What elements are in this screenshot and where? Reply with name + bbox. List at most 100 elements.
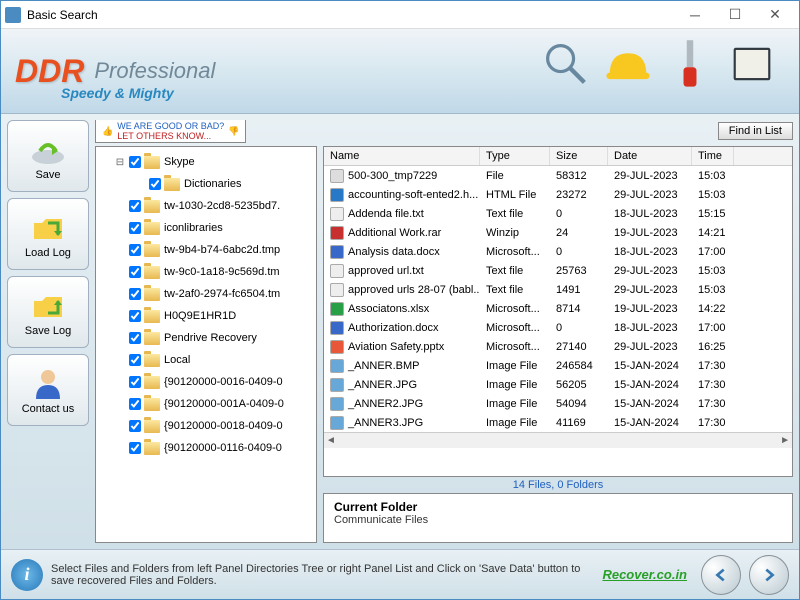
- file-size: 0: [550, 321, 608, 335]
- save-log-button[interactable]: Save Log: [7, 276, 89, 348]
- tree-item[interactable]: tw-9c0-1a18-9c569d.tm: [100, 261, 312, 283]
- tree-checkbox[interactable]: [129, 442, 141, 454]
- tree-checkbox[interactable]: [149, 178, 161, 190]
- tree-label: Pendrive Recovery: [164, 332, 257, 344]
- tree-checkbox[interactable]: [129, 332, 141, 344]
- expand-icon[interactable]: ⊟: [114, 157, 126, 168]
- tree-item[interactable]: tw-9b4-b74-6abc2d.tmp: [100, 239, 312, 261]
- column-header[interactable]: Time: [692, 147, 734, 165]
- column-header[interactable]: Size: [550, 147, 608, 165]
- maximize-button[interactable]: ☐: [715, 3, 755, 27]
- tree-label: iconlibraries: [164, 222, 223, 234]
- file-type: Winzip: [480, 226, 550, 240]
- tree-checkbox[interactable]: [129, 354, 141, 366]
- file-date: 18-JUL-2023: [608, 321, 692, 335]
- tree-label: Local: [164, 354, 190, 366]
- file-row[interactable]: _ANNER3.JPGImage File4116915-JAN-202417:…: [324, 413, 792, 432]
- file-name: Additional Work.rar: [348, 227, 441, 239]
- save-button[interactable]: Save: [7, 120, 89, 192]
- file-row[interactable]: Aviation Safety.pptxMicrosoft...2714029-…: [324, 337, 792, 356]
- tree-item[interactable]: H0Q9E1HR1D: [100, 305, 312, 327]
- tree-item[interactable]: {90120000-0018-0409-0: [100, 415, 312, 437]
- tree-label: tw-9c0-1a18-9c569d.tm: [164, 266, 280, 278]
- file-row[interactable]: approved urls 28-07 (babl...Text file149…: [324, 280, 792, 299]
- tree-panel[interactable]: ⊟Skype Dictionaries tw-1030-2cd8-5235bd7. i…: [95, 146, 317, 543]
- file-date: 15-JAN-2024: [608, 416, 692, 430]
- file-row[interactable]: approved url.txtText file2576329-JUL-202…: [324, 261, 792, 280]
- file-row[interactable]: 500-300_tmp7229File5831229-JUL-202315:03: [324, 166, 792, 185]
- tree-checkbox[interactable]: [129, 376, 141, 388]
- file-row[interactable]: Associatons.xlsxMicrosoft...871419-JUL-2…: [324, 299, 792, 318]
- tree-checkbox[interactable]: [129, 288, 141, 300]
- feedback-box[interactable]: 👍 WE ARE GOOD OR BAD? LET OTHERS KNOW...…: [95, 120, 246, 143]
- file-date: 29-JUL-2023: [608, 264, 692, 278]
- file-type: Text file: [480, 264, 550, 278]
- file-icon: [330, 245, 344, 259]
- load-log-button[interactable]: Load Log: [7, 198, 89, 270]
- file-row[interactable]: Analysis data.docxMicrosoft...018-JUL-20…: [324, 242, 792, 261]
- file-size: 246584: [550, 359, 608, 373]
- recover-link[interactable]: Recover.co.in: [602, 567, 687, 582]
- tree-checkbox[interactable]: [129, 156, 141, 168]
- file-time: 15:15: [692, 207, 734, 221]
- file-type: Image File: [480, 359, 550, 373]
- prev-button[interactable]: [701, 555, 741, 595]
- tree-item[interactable]: {90120000-0116-0409-0: [100, 437, 312, 459]
- file-row[interactable]: _ANNER.JPGImage File5620515-JAN-202417:3…: [324, 375, 792, 394]
- tree-item[interactable]: iconlibraries: [100, 217, 312, 239]
- folder-icon: [144, 266, 160, 279]
- minimize-button[interactable]: ─: [675, 3, 715, 27]
- file-row[interactable]: Authorization.docxMicrosoft...018-JUL-20…: [324, 318, 792, 337]
- scroll-left-icon[interactable]: ◄: [326, 435, 336, 446]
- close-button[interactable]: ✕: [755, 3, 795, 27]
- scroll-right-icon[interactable]: ►: [780, 435, 790, 446]
- status-line: 14 Files, 0 Folders: [323, 477, 793, 493]
- tree-label: {90120000-001A-0409-0: [164, 398, 284, 410]
- folder-icon: [144, 332, 160, 345]
- column-header[interactable]: Type: [480, 147, 550, 165]
- next-button[interactable]: [749, 555, 789, 595]
- file-size: 23272: [550, 188, 608, 202]
- tree-checkbox[interactable]: [129, 244, 141, 256]
- file-row[interactable]: accounting-soft-ented2.h...HTML File2327…: [324, 185, 792, 204]
- column-header[interactable]: Name: [324, 147, 480, 165]
- side-btn-label: Save: [35, 169, 60, 181]
- file-row[interactable]: _ANNER2.JPGImage File5409415-JAN-202417:…: [324, 394, 792, 413]
- contact-us-button[interactable]: Contact us: [7, 354, 89, 426]
- folder-icon: [144, 442, 160, 455]
- file-date: 19-JUL-2023: [608, 226, 692, 240]
- column-header[interactable]: Date: [608, 147, 692, 165]
- tree-checkbox[interactable]: [129, 200, 141, 212]
- file-name: Aviation Safety.pptx: [348, 341, 444, 353]
- thumbs-up-icon: 👍: [102, 126, 113, 137]
- find-in-list-button[interactable]: Find in List: [718, 122, 793, 140]
- file-time: 17:00: [692, 245, 734, 259]
- tree-item[interactable]: Dictionaries: [100, 173, 312, 195]
- tree-checkbox[interactable]: [129, 310, 141, 322]
- tree-item[interactable]: tw-1030-2cd8-5235bd7.: [100, 195, 312, 217]
- tree-item[interactable]: {90120000-0016-0409-0: [100, 371, 312, 393]
- file-name: approved url.txt: [348, 265, 424, 277]
- file-time: 16:25: [692, 340, 734, 354]
- file-date: 15-JAN-2024: [608, 397, 692, 411]
- file-row[interactable]: Addenda file.txtText file018-JUL-202315:…: [324, 204, 792, 223]
- file-row[interactable]: _ANNER.BMPImage File24658415-JAN-202417:…: [324, 356, 792, 375]
- tree-item[interactable]: {90120000-001A-0409-0: [100, 393, 312, 415]
- tree-item[interactable]: ⊟Skype: [100, 151, 312, 173]
- file-type: Image File: [480, 397, 550, 411]
- tree-item[interactable]: Pendrive Recovery: [100, 327, 312, 349]
- tree-checkbox[interactable]: [129, 222, 141, 234]
- tree-checkbox[interactable]: [129, 420, 141, 432]
- tree-checkbox[interactable]: [129, 266, 141, 278]
- file-type: Text file: [480, 283, 550, 297]
- file-list[interactable]: NameTypeSizeDateTime 500-300_tmp7229File…: [323, 146, 793, 477]
- horizontal-scrollbar[interactable]: ◄ ►: [324, 432, 792, 448]
- tree-item[interactable]: tw-2af0-2974-fc6504.tm: [100, 283, 312, 305]
- file-size: 58312: [550, 169, 608, 183]
- tree-label: Dictionaries: [184, 178, 241, 190]
- tree-checkbox[interactable]: [129, 398, 141, 410]
- file-type: Text file: [480, 207, 550, 221]
- folder-icon: [144, 376, 160, 389]
- file-row[interactable]: Additional Work.rarWinzip2419-JUL-202314…: [324, 223, 792, 242]
- tree-item[interactable]: Local: [100, 349, 312, 371]
